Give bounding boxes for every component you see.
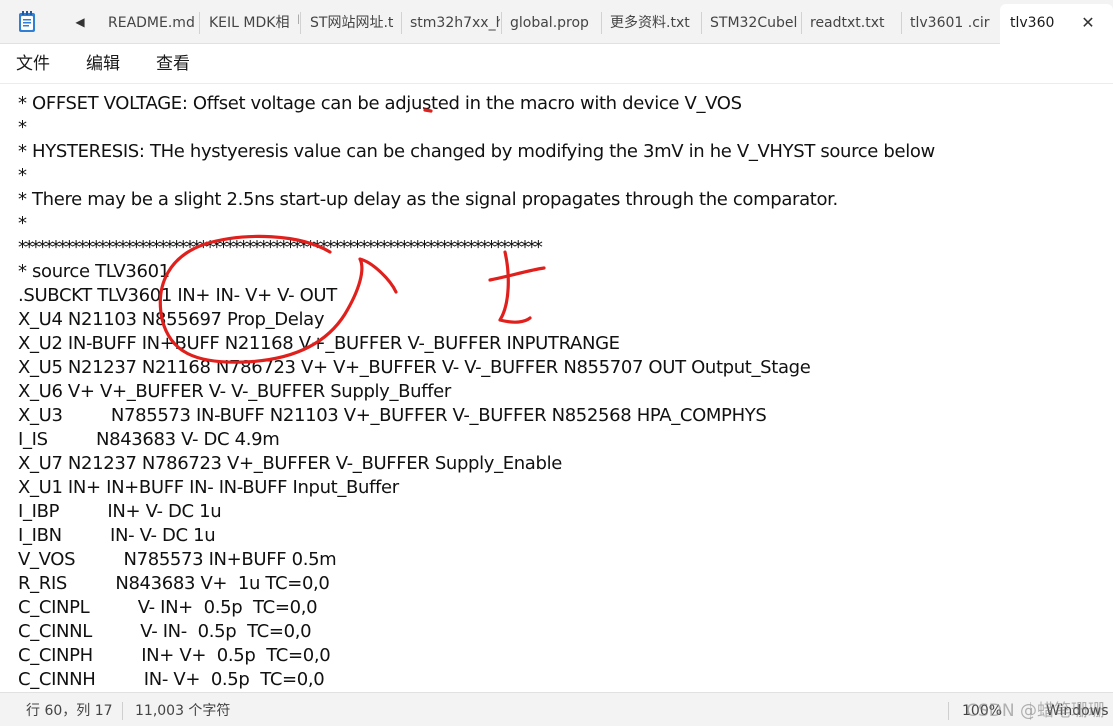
tab-readme[interactable]: README.md	[100, 0, 198, 44]
notepad-app-icon	[19, 11, 35, 32]
text-line: X_U2 IN-BUFF IN+BUFF N21168 V+_BUFFER V-…	[18, 333, 620, 354]
tab-stm32cube[interactable]: STM32Cubel	[702, 0, 800, 44]
text-line: X_U1 IN+ IN+BUFF IN- IN-BUFF Input_Buffe…	[18, 477, 399, 498]
text-line: *	[18, 165, 27, 186]
text-line: I_IBP IN+ V- DC 1u	[18, 501, 222, 522]
status-bar: 行 60，列 17 11,003 个字符 100% Windows CSDN @…	[0, 692, 1113, 726]
tab-tlv360-active[interactable]: tlv360 ✕	[1000, 4, 1113, 45]
annotation-mark-cross	[498, 250, 532, 324]
tab-separator	[300, 12, 301, 34]
tab-tlv3601-cir[interactable]: tlv3601 .cir	[902, 0, 998, 44]
character-count: 11,003 个字符	[135, 703, 231, 719]
text-line: X_U7 N21237 N786723 V+_BUFFER V-_BUFFER …	[18, 453, 562, 474]
text-line: I_IS N843683 V- DC 4.9m	[18, 429, 280, 450]
text-line: C_CINPL V- IN+ 0.5p TC=0,0	[18, 597, 318, 618]
text-line: * HYSTERESIS: THe hystyeresis value can …	[18, 141, 935, 162]
menu-file[interactable]: 文件	[16, 52, 50, 76]
active-tab-label: tlv360	[1010, 15, 1055, 31]
text-line: V_VOS N785573 IN+BUFF 0.5m	[18, 549, 337, 570]
tab-keil-mdk[interactable]: KEIL MDK相「	[201, 0, 299, 44]
text-line: * OFFSET VOLTAGE: Offset voltage can be …	[18, 93, 742, 114]
tab-stm32h7xx[interactable]: stm32h7xx_h	[402, 0, 500, 44]
text-editor[interactable]: * OFFSET VOLTAGE: Offset voltage can be …	[0, 84, 1113, 692]
menu-view[interactable]: 查看	[156, 52, 190, 76]
status-separator	[948, 702, 949, 720]
annotation-mark-bar	[488, 266, 546, 282]
tab-readtxt[interactable]: readtxt.txt	[802, 0, 900, 44]
text-line: C_CINNH IN- V+ 0.5p TC=0,0	[18, 669, 325, 690]
text-line: X_U5 N21237 N21168 N786723 V+ V+_BUFFER …	[18, 357, 811, 378]
notepad-window: ◀ README.md KEIL MDK相「 ST网站网址.t stm32h7x…	[0, 0, 1113, 726]
text-line: I_IBN IN- V- DC 1u	[18, 525, 216, 546]
text-line: *	[18, 213, 27, 234]
csdn-watermark: CSDN @蜡笔珊珊	[966, 701, 1105, 721]
menu-bar: 文件 编辑 查看	[0, 44, 1113, 84]
tab-more-info[interactable]: 更多资料.txt	[602, 0, 700, 44]
text-line: X_U3 N785573 IN-BUFF N21103 V+_BUFFER V-…	[18, 405, 767, 426]
text-line: * There may be a slight 2.5ns start-up d…	[18, 189, 838, 210]
text-line: * source TLV3601	[18, 261, 170, 282]
text-line: C_CINPH IN+ V+ 0.5p TC=0,0	[18, 645, 331, 666]
tab-global-prop[interactable]: global.prop	[502, 0, 600, 44]
text-line: R_RIS N843683 V+ 1u TC=0,0	[18, 573, 330, 594]
tab-bar: ◀ README.md KEIL MDK相「 ST网站网址.t stm32h7x…	[0, 0, 1113, 45]
text-line: X_U6 V+ V+_BUFFER V- V-_BUFFER Supply_Bu…	[18, 381, 451, 402]
close-tab-icon[interactable]: ✕	[1077, 12, 1099, 34]
text-line: *	[18, 117, 27, 138]
status-separator	[122, 702, 123, 720]
cursor-position: 行 60，列 17	[26, 703, 113, 719]
tab-scroll-left-icon[interactable]: ◀	[71, 12, 89, 32]
text-line: ****************************************…	[18, 237, 543, 258]
tab-st-website[interactable]: ST网站网址.t	[302, 0, 400, 44]
text-line: X_U4 N21103 N855697 Prop_Delay	[18, 309, 325, 330]
menu-edit[interactable]: 编辑	[86, 52, 120, 76]
text-line: .SUBCKT TLV3601 IN+ IN- V+ V- OUT	[18, 285, 337, 306]
text-line: C_CINNL V- IN- 0.5p TC=0,0	[18, 621, 312, 642]
tab-separator	[199, 12, 200, 34]
